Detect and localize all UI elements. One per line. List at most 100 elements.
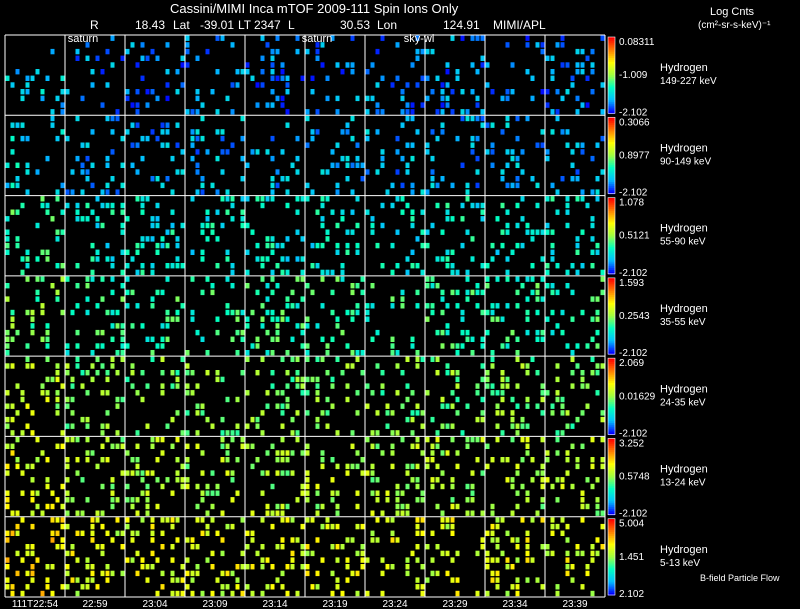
data-pixel <box>400 89 405 95</box>
data-pixel <box>305 109 310 115</box>
data-pixel <box>440 122 445 128</box>
data-pixel <box>355 249 360 255</box>
data-pixel <box>285 403 290 409</box>
data-pixel <box>545 229 550 235</box>
data-pixel <box>230 82 235 88</box>
data-pixel <box>555 109 560 115</box>
data-pixel <box>570 356 575 362</box>
data-pixel <box>410 430 415 436</box>
data-pixel <box>190 142 195 148</box>
data-pixel <box>530 95 535 102</box>
data-pixel <box>260 316 265 322</box>
data-pixel <box>140 42 145 48</box>
row-species-label: Hydrogen <box>660 62 708 74</box>
data-pixel <box>25 89 30 95</box>
data-pixel <box>305 450 310 456</box>
data-pixel <box>550 69 555 75</box>
data-pixel <box>315 537 320 543</box>
data-pixel <box>75 329 80 336</box>
data-pixel <box>165 122 170 128</box>
data-pixel <box>390 336 395 342</box>
data-pixel <box>295 169 300 175</box>
data-pixel <box>460 162 465 168</box>
data-pixel <box>230 269 235 276</box>
data-pixel <box>285 590 290 597</box>
data-pixel <box>160 343 165 349</box>
data-pixel <box>175 309 180 316</box>
data-pixel <box>150 550 155 557</box>
data-pixel <box>565 470 570 476</box>
data-pixel <box>130 42 135 48</box>
data-pixel <box>85 216 90 222</box>
data-pixel <box>190 537 195 543</box>
data-pixel <box>240 436 245 443</box>
data-pixel <box>75 577 80 583</box>
data-pixel <box>60 129 65 135</box>
data-pixel <box>250 510 255 516</box>
data-pixel <box>455 396 460 403</box>
data-pixel <box>60 517 65 523</box>
data-pixel <box>295 376 300 383</box>
data-pixel <box>90 530 95 536</box>
data-pixel <box>555 209 560 215</box>
data-pixel <box>55 497 60 503</box>
data-pixel <box>195 329 200 336</box>
data-pixel <box>15 510 20 516</box>
data-pixel <box>445 329 450 336</box>
data-pixel <box>515 276 520 282</box>
data-pixel <box>185 410 190 416</box>
data-pixel <box>200 249 205 255</box>
data-pixel <box>355 356 360 362</box>
data-pixel <box>115 189 120 195</box>
data-pixel <box>320 523 325 530</box>
data-pixel <box>395 75 400 81</box>
data-pixel <box>275 75 280 81</box>
data-pixel <box>590 336 595 342</box>
data-pixel <box>175 590 180 597</box>
data-pixel <box>270 155 275 162</box>
data-pixel <box>570 289 575 296</box>
data-pixel <box>580 69 585 75</box>
data-pixel <box>315 209 320 215</box>
data-pixel <box>220 443 225 449</box>
data-pixel <box>350 35 355 41</box>
data-pixel <box>15 463 20 470</box>
data-pixel <box>290 162 295 168</box>
data-pixel <box>45 376 50 383</box>
data-pixel <box>20 122 25 128</box>
data-pixel <box>345 249 350 255</box>
data-pixel <box>265 296 270 302</box>
data-pixel <box>115 370 120 376</box>
data-pixel <box>280 544 285 550</box>
data-pixel <box>500 430 505 436</box>
data-pixel <box>70 383 75 389</box>
data-pixel <box>295 35 300 41</box>
data-pixel <box>600 416 605 423</box>
data-pixel <box>175 436 180 443</box>
data-pixel <box>310 289 315 296</box>
data-pixel <box>125 497 130 503</box>
data-pixel <box>490 530 495 536</box>
data-pixel <box>220 430 225 436</box>
data-pixel <box>160 142 165 148</box>
data-pixel <box>405 256 410 262</box>
data-pixel <box>60 229 65 235</box>
data-pixel <box>460 109 465 115</box>
data-pixel <box>190 370 195 376</box>
data-pixel <box>525 363 530 369</box>
data-pixel <box>230 336 235 342</box>
data-pixel <box>475 202 480 209</box>
data-pixel <box>525 316 530 322</box>
data-pixel <box>370 530 375 536</box>
data-pixel <box>110 309 115 316</box>
data-pixel <box>65 436 70 443</box>
data-pixel <box>470 135 475 142</box>
colorbar-max-label: 5.004 <box>619 519 644 530</box>
data-pixel <box>175 370 180 376</box>
data-pixel <box>535 202 540 209</box>
data-pixel <box>170 263 175 269</box>
data-pixel <box>120 229 125 235</box>
data-pixel <box>305 443 310 449</box>
data-pixel <box>15 182 20 189</box>
data-pixel <box>565 564 570 570</box>
